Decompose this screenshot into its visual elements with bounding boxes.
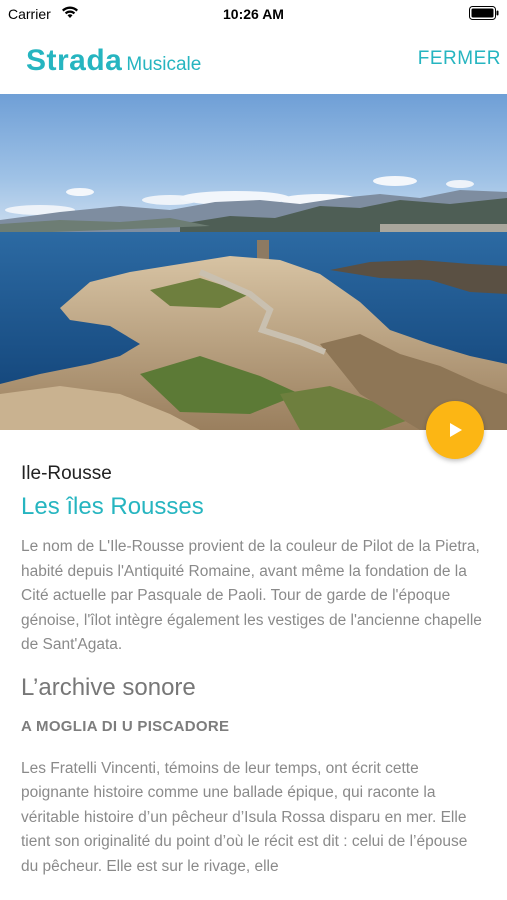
hero-image bbox=[0, 94, 507, 430]
track-title: A MOGLIA DI U PISCADORE bbox=[21, 717, 230, 735]
track-description: Les Fratelli Vincenti, témoins de leur t… bbox=[21, 759, 468, 875]
place-description: Le nom de L'Ile-Rousse provient de la co… bbox=[21, 538, 482, 653]
content-area: Ile-Rousse Les îles Rousses Le nom de L'… bbox=[21, 463, 487, 879]
app-logo: Strada Musicale bbox=[26, 44, 201, 78]
coastal-landscape-image bbox=[0, 94, 507, 430]
place-title: Les îles Rousses bbox=[21, 493, 204, 520]
play-button[interactable] bbox=[426, 401, 484, 459]
section-title: L’archive sonore bbox=[21, 673, 196, 701]
app-header: Strada Musicale FERMER bbox=[0, 28, 507, 94]
battery-icon bbox=[469, 6, 499, 20]
status-bar: Carrier 10:26 AM bbox=[0, 0, 507, 28]
brand-main-text: Strada bbox=[26, 44, 123, 77]
brand-sub-text: Musicale bbox=[126, 54, 202, 75]
close-button[interactable]: FERMER bbox=[418, 48, 501, 70]
status-time: 10:26 AM bbox=[223, 6, 284, 22]
play-icon bbox=[450, 423, 462, 437]
location-label: Ile-Rousse bbox=[21, 463, 112, 484]
